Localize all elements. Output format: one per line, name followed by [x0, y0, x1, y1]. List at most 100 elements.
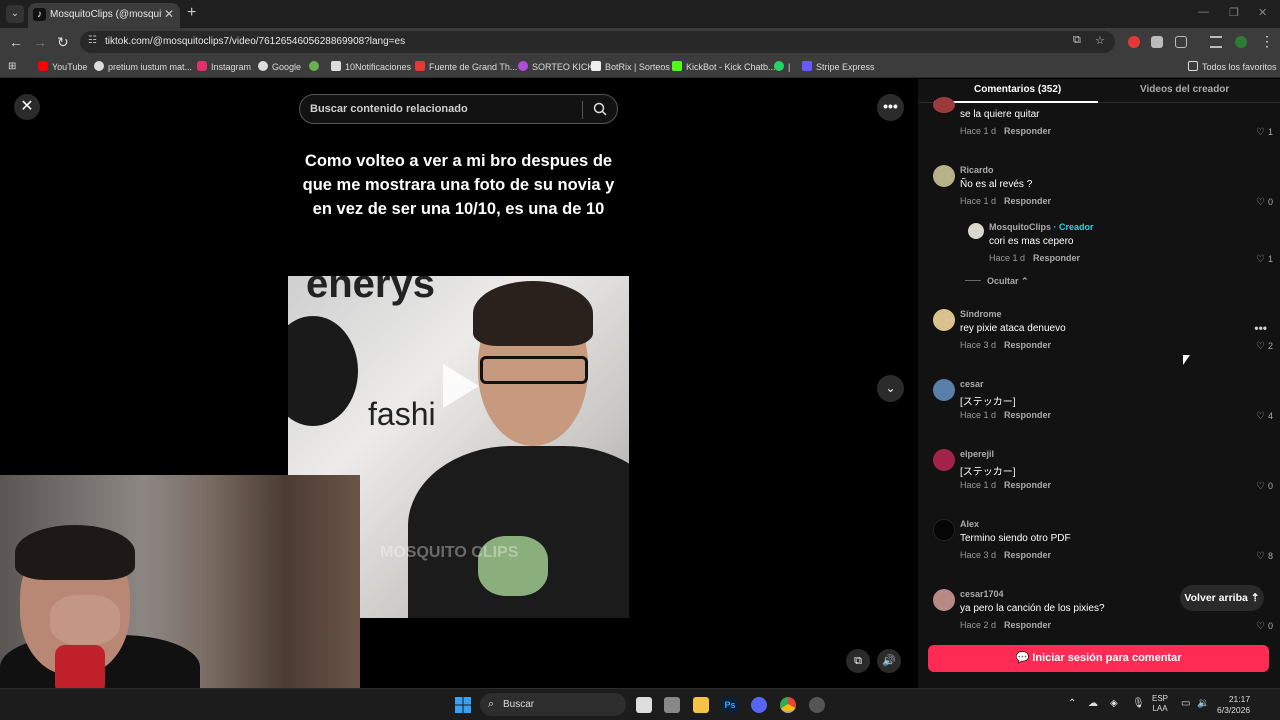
- back-icon[interactable]: ←: [9, 34, 23, 50]
- chrome-icon[interactable]: [780, 697, 796, 713]
- taskbar-search-input[interactable]: ⌕ Buscar: [480, 693, 626, 716]
- tab-creator-videos[interactable]: Videos del creador: [1140, 84, 1229, 95]
- reply-button[interactable]: Responder: [1033, 253, 1080, 263]
- like-button[interactable]: ♡ 2: [1256, 341, 1273, 352]
- backdrop-logo: [288, 316, 358, 426]
- more-options-button[interactable]: •••: [877, 94, 904, 121]
- bookmark-stripe-express[interactable]: Stripe Express: [802, 61, 875, 72]
- comment-time: Hace 3 d: [960, 340, 997, 350]
- reply-button[interactable]: Responder: [1004, 480, 1051, 490]
- profile-avatar[interactable]: [1235, 36, 1247, 48]
- comment-username[interactable]: cesar: [960, 379, 984, 389]
- avatar[interactable]: [933, 97, 955, 113]
- windows-start-icon[interactable]: [455, 697, 471, 713]
- close-tab-icon[interactable]: ✕: [164, 7, 174, 21]
- language-indicator[interactable]: ESP LAA: [1152, 694, 1168, 714]
- bookmark-star-icon[interactable]: ☆: [1095, 34, 1105, 47]
- maximize-icon[interactable]: ❐: [1229, 6, 1239, 19]
- tab-comments[interactable]: Comentarios (352): [974, 84, 1061, 95]
- avatar[interactable]: [933, 309, 955, 331]
- chevron-down-icon: ⌄: [885, 381, 896, 395]
- app-icon[interactable]: [664, 697, 680, 713]
- microphone-icon[interactable]: 🎙: [1132, 698, 1145, 709]
- avatar[interactable]: [933, 589, 955, 611]
- tray-app-icon[interactable]: ◈: [1110, 698, 1118, 709]
- bookmark-sorteo-kick[interactable]: SORTEO KICK: [518, 61, 593, 72]
- comment-username[interactable]: Alex: [960, 519, 979, 529]
- avatar[interactable]: [933, 519, 955, 541]
- bookmark-kickbot[interactable]: KickBot - Kick Chatb...: [672, 61, 776, 72]
- like-button[interactable]: ♡ 1: [1256, 254, 1273, 265]
- apps-grid-icon[interactable]: ⊞: [8, 61, 16, 72]
- comment-username[interactable]: Ricardo: [960, 165, 994, 175]
- reading-list-icon[interactable]: [1210, 36, 1222, 48]
- photoshop-icon[interactable]: Ps: [722, 697, 738, 713]
- extension-icon[interactable]: [1151, 36, 1163, 48]
- app-notification-icon[interactable]: [809, 697, 825, 713]
- related-search-input[interactable]: Buscar contenido relacionado: [299, 94, 618, 124]
- like-button[interactable]: ♡ 0: [1256, 197, 1273, 208]
- clock[interactable]: 21:17 6/3/2026: [1217, 694, 1250, 716]
- bookmark-unnamed[interactable]: [309, 61, 323, 72]
- close-video-button[interactable]: ✕: [14, 94, 40, 120]
- like-button[interactable]: ♡ 4: [1256, 411, 1273, 422]
- login-to-comment-button[interactable]: 💬 Iniciar sesión para comentar: [928, 645, 1269, 672]
- reply-button[interactable]: Responder: [1004, 620, 1051, 630]
- next-video-button[interactable]: ⌄: [877, 375, 904, 402]
- extensions-puzzle-icon[interactable]: [1175, 36, 1187, 48]
- url-field[interactable]: ☷ tiktok.com/@mosquitoclips7/video/76126…: [80, 31, 1115, 53]
- floating-player-button[interactable]: ⧉: [846, 649, 870, 673]
- bookmark-gta-font[interactable]: Fuente de Grand Th...: [415, 61, 517, 72]
- bookmark-botrix[interactable]: BotRix | Sorteos: [591, 61, 670, 72]
- like-button[interactable]: ♡ 0: [1256, 481, 1273, 492]
- hide-replies-button[interactable]: Ocultar ⌃: [965, 276, 1029, 287]
- bookmark-pretium[interactable]: pretium iustum mat...: [94, 61, 192, 72]
- bookmark-whatsapp[interactable]: |: [774, 61, 790, 72]
- back-to-top-button[interactable]: Volver arriba ⇡: [1180, 585, 1264, 611]
- browser-tab[interactable]: ♪ MosquitoClips (@mosquitoclips7) ✕: [28, 3, 180, 28]
- minimize-icon[interactable]: —: [1198, 6, 1209, 18]
- tab-search-icon[interactable]: ⌄: [6, 5, 24, 23]
- extension-record-icon[interactable]: [1128, 36, 1140, 48]
- file-explorer-icon[interactable]: [693, 697, 709, 713]
- bookmark-youtube[interactable]: YouTube: [38, 61, 87, 72]
- reply-button[interactable]: Responder: [1004, 126, 1051, 136]
- bookmark-10notificaciones[interactable]: 10Notificaciones: [331, 61, 411, 72]
- comment-options-icon[interactable]: •••: [1254, 321, 1267, 335]
- like-button[interactable]: ♡ 0: [1256, 621, 1273, 632]
- browser-menu-icon[interactable]: ⋮: [1260, 33, 1274, 50]
- play-icon[interactable]: [443, 364, 479, 408]
- comment-username[interactable]: elperejil: [960, 449, 994, 459]
- reply-button[interactable]: Responder: [1004, 196, 1051, 206]
- all-bookmarks-folder[interactable]: Todos los favoritos: [1188, 61, 1277, 72]
- bookmark-google[interactable]: Google: [258, 61, 301, 72]
- comment-username[interactable]: MosquitoClips · Creador: [989, 222, 1094, 232]
- close-window-icon[interactable]: ✕: [1258, 6, 1267, 19]
- volume-tray-icon[interactable]: 🔉: [1197, 698, 1209, 709]
- comment-username[interactable]: Síndrome: [960, 309, 1002, 319]
- install-app-icon[interactable]: ⧉: [1073, 34, 1081, 47]
- site-info-icon[interactable]: ☷: [88, 35, 97, 46]
- bookmark-instagram[interactable]: Instagram: [197, 61, 251, 72]
- cloud-icon[interactable]: ☁: [1088, 698, 1098, 709]
- avatar[interactable]: [968, 223, 984, 239]
- like-button[interactable]: ♡ 8: [1256, 551, 1273, 562]
- volume-button[interactable]: 🔊: [877, 649, 901, 673]
- avatar[interactable]: [933, 165, 955, 187]
- discord-icon[interactable]: [751, 697, 767, 713]
- task-view-icon[interactable]: [636, 697, 652, 713]
- comment-username[interactable]: cesar1704: [960, 589, 1004, 599]
- display-icon[interactable]: ▭: [1181, 698, 1190, 709]
- forward-icon[interactable]: →: [33, 34, 47, 50]
- search-icon[interactable]: [593, 102, 607, 116]
- avatar[interactable]: [933, 379, 955, 401]
- reply-button[interactable]: Responder: [1004, 550, 1051, 560]
- tray-overflow-icon[interactable]: ⌃: [1068, 698, 1076, 709]
- like-button[interactable]: ♡ 1: [1256, 127, 1273, 138]
- avatar[interactable]: [933, 449, 955, 471]
- new-tab-icon[interactable]: +: [187, 4, 196, 22]
- reply-button[interactable]: Responder: [1004, 410, 1051, 420]
- reply-button[interactable]: Responder: [1004, 340, 1051, 350]
- reload-icon[interactable]: ↻: [57, 34, 69, 51]
- comment-time: Hace 1 d: [960, 196, 997, 206]
